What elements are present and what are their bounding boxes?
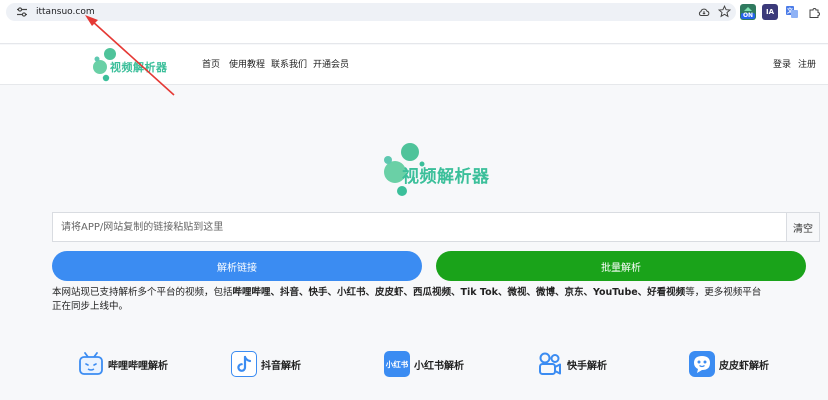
nav-link-membership[interactable]: 开通会员: [313, 59, 349, 71]
bilibili-icon: [78, 351, 104, 377]
browser-toolbar: ittansuo.com ON IA 文: [0, 0, 828, 44]
nav-link-contact[interactable]: 联系我们: [271, 59, 307, 71]
pipixia-icon: [689, 351, 715, 377]
site-settings-icon[interactable]: [16, 6, 28, 18]
cloud-download-icon[interactable]: [698, 6, 710, 18]
platform-pipixia[interactable]: 皮皮虾解析: [689, 351, 769, 377]
link-input[interactable]: [53, 213, 787, 241]
hero-logo-text: 视频解析器: [402, 167, 490, 187]
on-extension-icon[interactable]: ON: [740, 4, 756, 20]
description-platforms: 哔哩哔哩、抖音、快手、小红书、皮皮虾、西瓜视频、Tik Tok、微视、微博、京东…: [232, 287, 686, 298]
description-prefix: 本网站现已支持解析多个平台的视频，包括: [52, 287, 233, 298]
hero-logo: 视频解析器: [378, 140, 498, 200]
platform-xiaohongshu[interactable]: 小红书 小红书解析: [384, 351, 464, 377]
xiaohongshu-icon: 小红书: [384, 351, 410, 377]
address-bar[interactable]: ittansuo.com: [6, 3, 736, 21]
logo-text: 视频解析器: [110, 61, 168, 74]
batch-parse-button[interactable]: 批量解析: [436, 251, 806, 281]
parse-link-button[interactable]: 解析链接: [52, 251, 422, 281]
nav-link-home[interactable]: 首页: [202, 59, 220, 71]
translate-extension-icon[interactable]: 文: [784, 4, 800, 20]
platform-label: 小红书解析: [414, 360, 464, 372]
bookmark-star-icon[interactable]: [718, 5, 731, 18]
site-logo[interactable]: 视频解析器: [92, 47, 182, 83]
platform-label: 抖音解析: [261, 360, 301, 372]
description-suffix: 等，更多视频平台: [685, 287, 762, 298]
puzzle-extension-icon[interactable]: [806, 4, 822, 20]
clear-button[interactable]: 清空: [786, 213, 819, 241]
platform-douyin[interactable]: 抖音解析: [231, 351, 301, 377]
link-input-box: 清空: [52, 212, 820, 242]
platform-bilibili[interactable]: 哔哩哔哩解析: [78, 351, 168, 377]
platform-kuaishou[interactable]: 快手解析: [537, 351, 607, 377]
site-navbar: 视频解析器 首页 使用教程 联系我们 开通会员 登录 注册: [0, 45, 828, 85]
login-link[interactable]: 登录: [773, 59, 791, 71]
url-text: ittansuo.com: [36, 7, 95, 17]
platform-label: 哔哩哔哩解析: [108, 360, 168, 372]
kuaishou-icon: [537, 351, 563, 377]
douyin-icon: [231, 351, 257, 377]
platform-label: 皮皮虾解析: [719, 360, 769, 372]
nav-link-tutorial[interactable]: 使用教程: [229, 59, 265, 71]
platform-label: 快手解析: [567, 360, 607, 372]
ia-extension-icon[interactable]: IA: [762, 4, 778, 20]
register-link[interactable]: 注册: [798, 59, 816, 71]
supported-platforms-description: 本网站现已支持解析多个平台的视频，包括哔哩哔哩、抖音、快手、小红书、皮皮虾、西瓜…: [52, 286, 772, 314]
description-line2: 正在同步上线中。: [52, 301, 129, 312]
